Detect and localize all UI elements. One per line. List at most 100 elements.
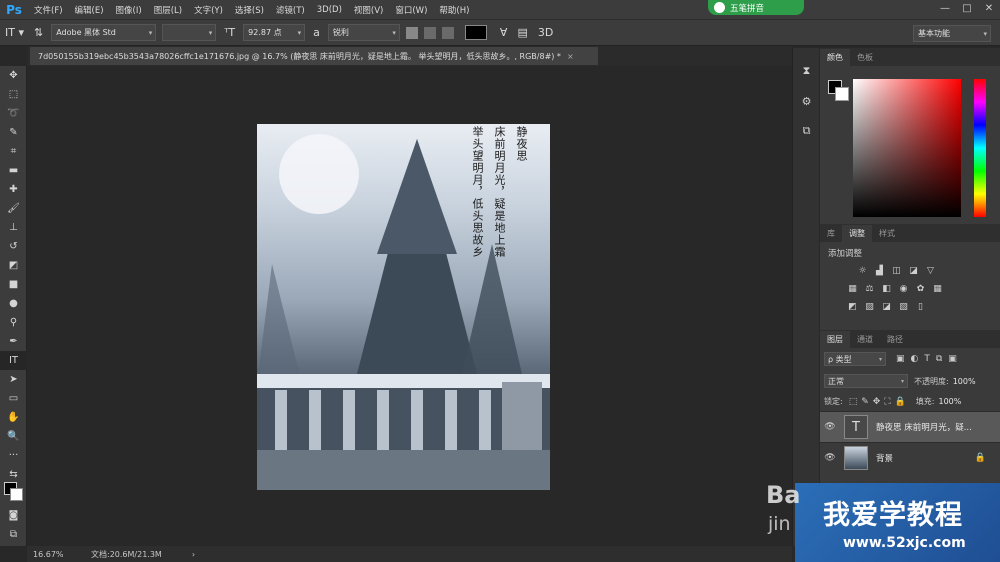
hue-saturation-icon[interactable]: ▦ (844, 284, 861, 297)
menu-help[interactable]: 帮助(H) (433, 4, 475, 16)
zoom-tool-icon[interactable]: 🔍 (0, 427, 27, 446)
lasso-tool-icon[interactable]: ➰ (0, 104, 27, 123)
document-image[interactable]: 静夜思 床前明月光，疑是地上霜 举头望明月，低头思故乡 (257, 124, 550, 490)
posterize-icon[interactable]: ▨ (861, 302, 878, 315)
background-color-swatch[interactable] (10, 488, 23, 501)
vibrance-icon[interactable]: ▽ (922, 266, 939, 279)
black-white-icon[interactable]: ◧ (878, 284, 895, 297)
menu-filter[interactable]: 滤镜(T) (270, 4, 311, 16)
ime-indicator[interactable]: 五笔拼音 (708, 0, 804, 15)
blur-tool-icon[interactable]: ● (0, 294, 27, 313)
curves-icon[interactable]: ◫ (888, 266, 905, 279)
marquee-tool-icon[interactable]: ⬚ (0, 85, 27, 104)
layer-row-background[interactable]: 👁 背景 🔒 (820, 442, 1000, 473)
toggle-orientation-icon[interactable]: ⇅ (29, 26, 48, 39)
opacity-value[interactable]: 100% (953, 377, 976, 386)
tab-color[interactable]: 颜色 (820, 49, 850, 66)
tab-styles[interactable]: 样式 (872, 225, 902, 242)
maximize-icon[interactable]: □ (960, 2, 974, 16)
font-style-select[interactable]: ▾ (162, 24, 217, 41)
menu-edit[interactable]: 编辑(E) (69, 4, 110, 16)
crop-tool-icon[interactable]: ⌗ (0, 142, 27, 161)
dodge-tool-icon[interactable]: ⚲ (0, 313, 27, 332)
tab-swatches[interactable]: 色板 (850, 49, 880, 66)
exposure-icon[interactable]: ◪ (905, 266, 922, 279)
color-balance-icon[interactable]: ⚖ (861, 284, 878, 297)
lock-options-icons[interactable]: ⬚✎✥⛶🔒 (849, 397, 910, 407)
3d-button[interactable]: 3D (533, 26, 558, 39)
align-left-icon[interactable] (405, 26, 418, 39)
tab-paths[interactable]: 路径 (880, 331, 910, 348)
menu-view[interactable]: 视图(V) (348, 4, 389, 16)
tab-libraries[interactable]: 库 (820, 225, 842, 242)
document-tab[interactable]: 7d050155b319ebc45b3543a78026cffc1e171676… (30, 47, 598, 65)
warp-text-icon[interactable]: Ɐ (495, 26, 513, 39)
workspace-select[interactable]: 基本功能 ▾ (913, 25, 991, 42)
tab-adjustments[interactable]: 调整 (842, 225, 872, 242)
move-tool-icon[interactable]: ✥ (0, 66, 27, 85)
gradient-map-icon[interactable]: ▯ (912, 302, 929, 315)
menu-select[interactable]: 选择(S) (229, 4, 270, 16)
channel-mixer-icon[interactable]: ✿ (912, 284, 929, 297)
threshold-icon[interactable]: ◪ (878, 302, 895, 315)
paragraph-panel-icon[interactable]: ⧉ (793, 116, 820, 146)
antialias-select[interactable]: 锐利 ▾ (327, 24, 400, 41)
brightness-icon[interactable]: ☼ (854, 266, 871, 279)
color-picker-field[interactable] (853, 79, 961, 217)
layer-kind-filter[interactable]: ρ 类型 ▾ (824, 352, 886, 366)
eye-icon[interactable]: 👁 (820, 422, 840, 432)
menu-window[interactable]: 窗口(W) (389, 4, 433, 16)
photo-filter-icon[interactable]: ◉ (895, 284, 912, 297)
zoom-level[interactable]: 16.67% (33, 550, 85, 559)
menu-type[interactable]: 文字(Y) (188, 4, 229, 16)
invert-icon[interactable]: ◩ (844, 302, 861, 315)
gradient-tool-icon[interactable]: ■ (0, 275, 27, 294)
eye-icon[interactable]: 👁 (820, 453, 840, 463)
eyedropper-tool-icon[interactable]: ▬ (0, 161, 27, 180)
more-tools-icon[interactable]: ··· (0, 446, 27, 465)
menu-file[interactable]: 文件(F) (28, 4, 69, 16)
clone-stamp-tool-icon[interactable]: ⊥ (0, 218, 27, 237)
status-menu-arrow[interactable]: › (192, 550, 195, 559)
character-panel-icon[interactable]: ▤ (512, 26, 532, 39)
pen-tool-icon[interactable]: ✒ (0, 332, 27, 351)
hand-tool-icon[interactable]: ✋ (0, 408, 27, 427)
properties-panel-icon[interactable]: ⚙ (793, 86, 820, 116)
quick-mask-icon[interactable]: ◙ (0, 506, 27, 525)
quick-select-tool-icon[interactable]: ✎ (0, 123, 27, 142)
screen-mode-icon[interactable]: ⧉ (0, 525, 27, 544)
hue-slider[interactable] (974, 79, 986, 217)
tab-channels[interactable]: 通道 (850, 331, 880, 348)
healing-brush-tool-icon[interactable]: ✚ (0, 180, 27, 199)
font-size-select[interactable]: 92.87 点 ▾ (243, 24, 306, 41)
tab-layers[interactable]: 图层 (820, 331, 850, 348)
text-color-swatch[interactable] (464, 25, 487, 40)
levels-icon[interactable]: ▟ (871, 266, 888, 279)
brush-tool-icon[interactable]: 🖌 (0, 199, 27, 218)
panel-background-swatch[interactable] (835, 87, 849, 101)
font-family-select[interactable]: Adobe 黑体 Std ▾ (51, 24, 157, 41)
history-panel-icon[interactable]: ⧗ (793, 56, 820, 86)
rectangle-tool-icon[interactable]: ▭ (0, 389, 27, 408)
selective-color-icon[interactable]: ▧ (895, 302, 912, 315)
layers-panel-tabs: 图层 通道 路径 (820, 330, 1000, 348)
layer-row-text[interactable]: 👁 T 静夜思 床前明月光，疑... (820, 411, 1000, 442)
history-brush-tool-icon[interactable]: ↺ (0, 237, 27, 256)
align-right-icon[interactable] (441, 26, 454, 39)
path-selection-tool-icon[interactable]: ➤ (0, 370, 27, 389)
minimize-icon[interactable]: — (938, 2, 952, 16)
close-tab-icon[interactable]: × (567, 52, 574, 61)
eraser-tool-icon[interactable]: ◩ (0, 256, 27, 275)
layer-filter-icons[interactable]: ▣◐T⧉▣ (896, 354, 963, 364)
align-center-icon[interactable] (423, 26, 436, 39)
color-lookup-icon[interactable]: ▦ (929, 284, 946, 297)
blend-mode-select[interactable]: 正常 ▾ (824, 374, 908, 388)
type-tool-preset-icon[interactable]: IT ▾ (0, 26, 29, 39)
type-tool-icon[interactable]: IT (0, 351, 27, 370)
fill-value[interactable]: 100% (939, 397, 962, 406)
menu-image[interactable]: 图像(I) (110, 4, 148, 16)
menu-3d[interactable]: 3D(D) (311, 5, 348, 15)
close-window-icon[interactable]: ✕ (982, 2, 996, 16)
chevron-down-icon: ▾ (208, 28, 213, 37)
menu-layer[interactable]: 图层(L) (148, 4, 188, 16)
